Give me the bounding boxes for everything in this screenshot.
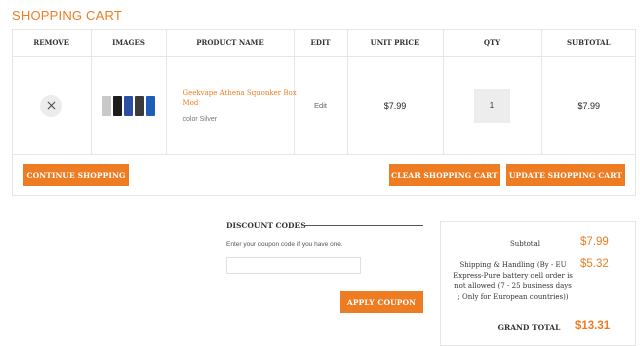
- subtotal-cell: $7.99: [541, 56, 636, 155]
- cart-item-row: Geekvape Athena Squonker Box Mod color S…: [12, 56, 636, 155]
- cart-header-row: REMOVE IMAGES PRODUCT NAME EDIT UNIT PRI…: [12, 29, 636, 57]
- header-unit-price: UNIT PRICE: [347, 29, 444, 57]
- unit-price: $7.99: [383, 100, 407, 111]
- product-image-swatch: [124, 95, 133, 116]
- update-cart-button[interactable]: UPDATE SHOPPING CART: [506, 164, 625, 186]
- discount-hint: Enter your coupon code if you have one.: [226, 241, 343, 248]
- edit-item-link[interactable]: Edit: [314, 101, 327, 110]
- product-image-swatch: [146, 95, 155, 116]
- shipping-value: $5.32: [580, 258, 609, 270]
- continue-shopping-button[interactable]: CONTINUE SHOPPING: [23, 164, 129, 186]
- item-subtotal: $7.99: [577, 100, 601, 111]
- product-image-swatch: [102, 95, 111, 116]
- apply-coupon-button[interactable]: APPLY COUPON: [340, 291, 423, 313]
- discount-codes-title: DISCOUNT CODES: [226, 221, 306, 230]
- grand-total-label: GRAND TOTAL: [497, 323, 561, 332]
- unit-price-cell: $7.99: [347, 56, 444, 155]
- header-product-name: PRODUCT NAME: [166, 29, 295, 57]
- product-image-swatch: [135, 95, 144, 116]
- close-icon: [47, 101, 56, 110]
- edit-cell: Edit: [294, 56, 348, 155]
- product-image[interactable]: [100, 86, 158, 126]
- header-images: IMAGES: [91, 29, 167, 57]
- header-subtotal: SUBTOTAL: [541, 29, 636, 57]
- subtotal-label: Subtotal: [509, 240, 541, 248]
- subtotal-value: $7.99: [580, 236, 609, 248]
- coupon-code-input[interactable]: [226, 257, 361, 274]
- product-image-swatch: [113, 95, 122, 116]
- product-name-link[interactable]: Geekvape Athena Squonker Box Mod: [183, 88, 301, 108]
- discount-divider: [303, 225, 423, 226]
- page-title: SHOPPING CART: [12, 8, 122, 23]
- header-edit: EDIT: [294, 29, 348, 57]
- image-cell: [91, 56, 167, 155]
- product-name-cell: Geekvape Athena Squonker Box Mod color S…: [166, 56, 297, 155]
- quantity-input[interactable]: 1: [474, 88, 510, 123]
- header-qty: QTY: [443, 29, 542, 57]
- qty-cell: 1: [443, 56, 542, 155]
- header-remove: REMOVE: [12, 29, 92, 57]
- remove-cell: [12, 56, 92, 155]
- remove-item-button[interactable]: [40, 94, 63, 117]
- cart-table: REMOVE IMAGES PRODUCT NAME EDIT UNIT PRI…: [12, 29, 636, 155]
- clear-cart-button[interactable]: CLEAR SHOPPING CART: [389, 164, 500, 186]
- product-attribute: color Silver: [182, 116, 218, 123]
- grand-total-value: $13.31: [575, 320, 611, 332]
- shipping-label: Shipping & Handling (By - EU Express-Pur…: [453, 261, 573, 301]
